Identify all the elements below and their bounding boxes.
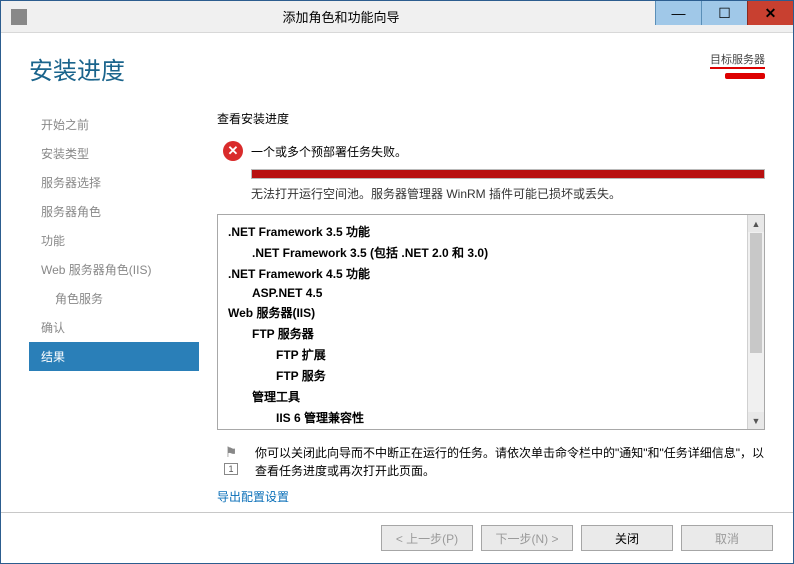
close-wizard-button[interactable]: 关闭 — [581, 525, 673, 551]
maximize-button[interactable]: ☐ — [701, 1, 747, 25]
minimize-button[interactable]: — — [655, 1, 701, 25]
feature-tree: .NET Framework 3.5 功能 .NET Framework 3.5… — [217, 214, 765, 430]
sidebar: 开始之前 安装类型 服务器选择 服务器角色 功能 Web 服务器角色(IIS) … — [29, 92, 199, 512]
titlebar: 添加角色和功能向导 — ☐ ✕ — [1, 1, 793, 33]
window-title: 添加角色和功能向导 — [27, 7, 655, 26]
info-row: ⚑ 1 你可以关闭此向导而不中断正在运行的任务。请依次单击命令栏中的"通知"和"… — [217, 444, 765, 480]
feature-tree-viewport: .NET Framework 3.5 功能 .NET Framework 3.5… — [218, 215, 747, 429]
sidebar-item-web-role: Web 服务器角色(IIS) — [29, 255, 199, 284]
task-count-badge: 1 — [224, 463, 238, 475]
tree-item: 管理工具 — [228, 386, 743, 407]
header: 安装进度 目标服务器 — [1, 33, 793, 92]
tree-item: .NET Framework 4.5 功能 — [228, 263, 743, 284]
error-icon: ✕ — [223, 141, 243, 161]
tree-item: FTP 服务 — [228, 365, 743, 386]
app-icon — [11, 9, 27, 25]
export-row: 导出配置设置 — [217, 480, 765, 505]
target-server-name — [710, 70, 765, 82]
export-config-link[interactable]: 导出配置设置 — [217, 490, 289, 504]
sidebar-item-confirm: 确认 — [29, 313, 199, 342]
flag-icon: ⚑ — [225, 444, 238, 461]
next-button[interactable]: 下一步(N) > — [481, 525, 573, 551]
info-text: 你可以关闭此向导而不中断正在运行的任务。请依次单击命令栏中的"通知"和"任务详细… — [255, 444, 765, 480]
tree-item: FTP 服务器 — [228, 323, 743, 344]
target-server: 目标服务器 — [710, 51, 765, 82]
sidebar-item-install-type: 安装类型 — [29, 139, 199, 168]
main-panel: 查看安装进度 ✕ 一个或多个预部署任务失败。 无法打开运行空间池。服务器管理器 … — [199, 92, 765, 512]
sidebar-item-before: 开始之前 — [29, 110, 199, 139]
tree-item: Web 服务器(IIS) — [228, 302, 743, 323]
window-controls: — ☐ ✕ — [655, 1, 793, 32]
tree-item: .NET Framework 3.5 (包括 .NET 2.0 和 3.0) — [228, 242, 743, 263]
footer: < 上一步(P) 下一步(N) > 关闭 取消 — [1, 512, 793, 563]
tree-item: .NET Framework 3.5 功能 — [228, 221, 743, 242]
sidebar-item-results[interactable]: 结果 — [29, 342, 199, 371]
error-row: ✕ 一个或多个预部署任务失败。 — [223, 141, 765, 161]
view-progress-label: 查看安装进度 — [217, 110, 765, 127]
error-message: 一个或多个预部署任务失败。 — [251, 143, 407, 160]
sidebar-item-server-roles: 服务器角色 — [29, 197, 199, 226]
info-icon-group: ⚑ 1 — [217, 444, 245, 480]
prev-button[interactable]: < 上一步(P) — [381, 525, 473, 551]
scrollbar[interactable]: ▲ ▼ — [747, 215, 764, 429]
scroll-thumb[interactable] — [750, 233, 762, 353]
tree-item: IIS 6 管理兼容性 — [228, 407, 743, 428]
close-button[interactable]: ✕ — [747, 1, 793, 25]
page-title: 安装进度 — [29, 51, 125, 86]
tree-item: IIS 6 管理控制台 — [228, 428, 743, 429]
target-server-label: 目标服务器 — [710, 51, 765, 69]
sidebar-item-server-select: 服务器选择 — [29, 168, 199, 197]
scroll-up-icon[interactable]: ▲ — [748, 215, 764, 232]
progress-bar-failed — [251, 169, 765, 179]
tree-item: FTP 扩展 — [228, 344, 743, 365]
scroll-down-icon[interactable]: ▼ — [748, 412, 764, 429]
wizard-window: 添加角色和功能向导 — ☐ ✕ 安装进度 目标服务器 开始之前 安装类型 服务器… — [0, 0, 794, 564]
sidebar-item-features: 功能 — [29, 226, 199, 255]
error-detail: 无法打开运行空间池。服务器管理器 WinRM 插件可能已损坏或丢失。 — [251, 185, 765, 202]
tree-item: ASP.NET 4.5 — [228, 284, 743, 302]
cancel-button[interactable]: 取消 — [681, 525, 773, 551]
body: 开始之前 安装类型 服务器选择 服务器角色 功能 Web 服务器角色(IIS) … — [1, 92, 793, 512]
sidebar-item-role-services: 角色服务 — [29, 284, 199, 313]
